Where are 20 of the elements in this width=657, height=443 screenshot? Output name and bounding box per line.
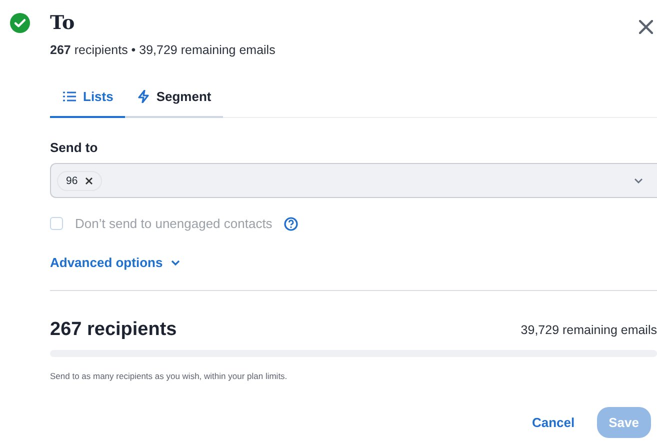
plan-note: Send to as many recipients as you wish, within your plan limits. [50,371,288,381]
remove-icon[interactable] [84,176,93,184]
field-label: Send to [50,140,99,155]
remaining-emails: 39,729 remaining emails [520,323,657,337]
chevron-down-icon [634,178,643,184]
lightning-icon [138,90,150,103]
checkbox-label: Don’t send to unengaged contacts [75,216,272,231]
advanced-options-link[interactable]: Advanced options [50,255,657,270]
close-icon[interactable] [639,20,653,34]
cancel-button[interactable]: Cancel [520,407,587,438]
tab[interactable]: Segment [125,85,224,118]
list-icon [63,91,76,102]
dialog-title: To [50,11,76,35]
list-select-field[interactable]: 96 [50,163,657,198]
help-icon[interactable] [284,216,298,230]
recipient-summary: 267 recipients • 39,729 remaining emails [50,43,276,57]
recipient-count: 267 recipients [50,319,177,341]
list-chip: 96 [57,170,102,190]
chevron-down-icon [170,260,180,266]
tab[interactable]: Lists [50,85,126,118]
